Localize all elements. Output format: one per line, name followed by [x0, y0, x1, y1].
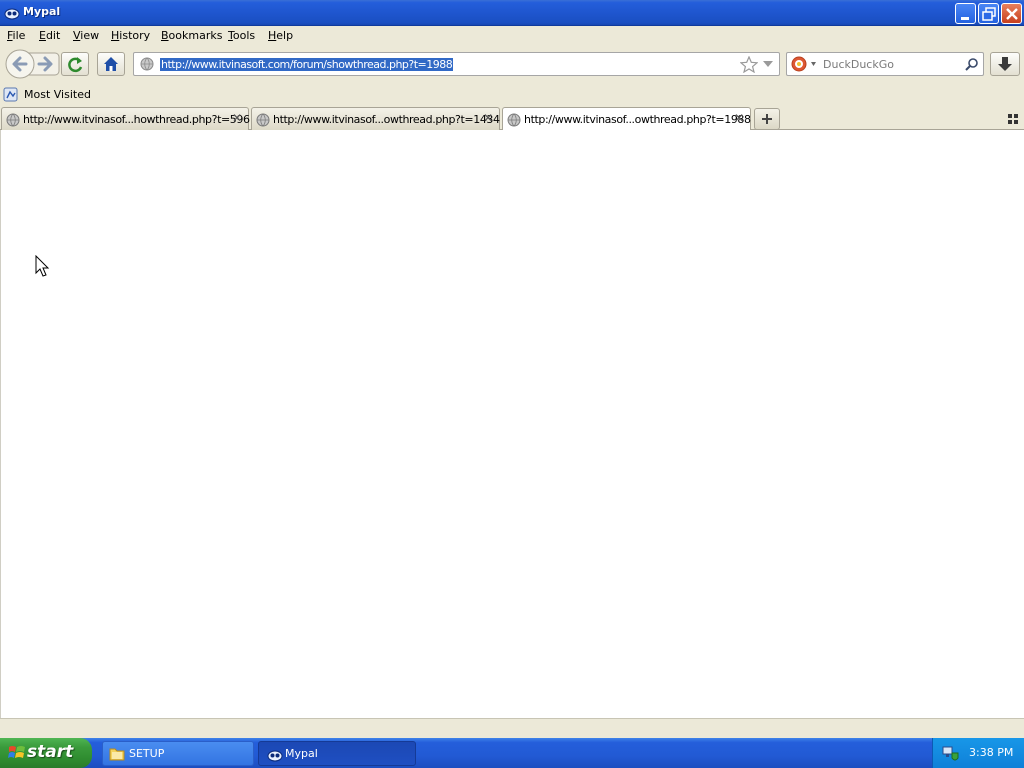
download-arrow-icon [998, 57, 1012, 71]
list-all-tabs-icon[interactable] [1007, 113, 1019, 125]
system-tray: 3:38 PM [932, 738, 1024, 768]
home-icon [104, 57, 118, 71]
restore-icon [982, 7, 996, 21]
url-dropdown-icon[interactable] [763, 61, 773, 68]
globe-icon [140, 57, 154, 71]
search-icon[interactable] [964, 57, 980, 73]
downloads-button[interactable] [990, 52, 1020, 76]
bookmark-star-icon[interactable] [740, 56, 758, 73]
start-button[interactable]: start [0, 738, 92, 768]
tab-strip: http://www.itvinasof...howthread.php?t=5… [0, 105, 1024, 132]
globe-icon [256, 113, 270, 127]
close-button[interactable] [1001, 3, 1022, 24]
taskbar-item-label: Mypal [285, 747, 318, 760]
menu-file[interactable]: File [7, 29, 25, 42]
tab-close-icon[interactable]: ✕ [734, 111, 744, 125]
most-visited-icon [3, 87, 18, 102]
tab-close-icon[interactable]: ✕ [232, 111, 242, 125]
menu-bookmarks[interactable]: Bookmarks [161, 29, 222, 42]
url-text[interactable]: http://www.itvinasoft.com/forum/showthre… [160, 58, 454, 71]
globe-icon [6, 113, 20, 127]
windows-logo-icon [8, 746, 25, 758]
plus-icon [762, 114, 772, 124]
menu-tools[interactable]: Tools [228, 29, 255, 42]
tab-3-active[interactable]: http://www.itvinasof...owthread.php?t=19… [502, 107, 751, 132]
menu-view[interactable]: View [73, 29, 99, 42]
url-bar[interactable]: http://www.itvinasoft.com/forum/showthre… [133, 52, 780, 76]
window-title: Mypal [23, 5, 61, 18]
taskbar-item-setup[interactable]: SETUP [102, 741, 254, 766]
home-button[interactable] [97, 52, 125, 76]
close-icon [1006, 8, 1018, 20]
globe-icon [507, 113, 521, 127]
bookmarks-toolbar: Most Visited [0, 84, 1024, 105]
clock: 3:38 PM [969, 746, 1014, 759]
mypal-app-icon [4, 8, 20, 20]
folder-icon [109, 748, 125, 761]
taskbar-item-label: SETUP [129, 747, 165, 760]
new-tab-button[interactable] [754, 108, 780, 130]
tab-label: http://www.itvinasof...howthread.php?t=5… [23, 113, 250, 126]
search-bar[interactable]: DuckDuckGo [786, 52, 984, 76]
status-bar [0, 718, 1024, 738]
back-forward-group [5, 49, 60, 79]
tab-label: http://www.itvinasof...owthread.php?t=14… [273, 113, 500, 126]
restore-button[interactable] [978, 3, 999, 24]
tab-2[interactable]: http://www.itvinasof...owthread.php?t=14… [251, 107, 500, 131]
mouse-cursor-icon [35, 255, 50, 277]
reload-icon [68, 57, 83, 73]
title-bar[interactable]: Mypal [0, 0, 1024, 26]
minimize-button[interactable] [955, 3, 976, 24]
duckduckgo-engine-icon[interactable] [791, 56, 819, 72]
page-content[interactable] [0, 130, 1024, 718]
reload-button[interactable] [61, 52, 89, 76]
tab-close-icon[interactable]: ✕ [483, 111, 493, 125]
tab-label: http://www.itvinasof...owthread.php?t=19… [524, 113, 751, 126]
bookmark-label: Most Visited [24, 88, 91, 101]
mypal-app-icon [267, 750, 283, 762]
menu-help[interactable]: Help [268, 29, 293, 42]
search-input[interactable]: DuckDuckGo [823, 58, 894, 71]
minimize-icon [961, 17, 969, 20]
menu-edit[interactable]: Edit [39, 29, 60, 42]
taskbar-item-mypal[interactable]: Mypal [258, 741, 416, 766]
tab-1[interactable]: http://www.itvinasof...howthread.php?t=5… [1, 107, 250, 131]
network-security-icon[interactable] [942, 745, 960, 763]
start-label: start [27, 742, 74, 762]
taskbar: start SETUP Mypal 3:38 PM [0, 738, 1024, 768]
menu-bar: File Edit View History Bookmarks Tools H… [0, 26, 1024, 46]
navigation-toolbar: http://www.itvinasoft.com/forum/showthre… [0, 46, 1024, 84]
menu-history[interactable]: History [111, 29, 150, 42]
